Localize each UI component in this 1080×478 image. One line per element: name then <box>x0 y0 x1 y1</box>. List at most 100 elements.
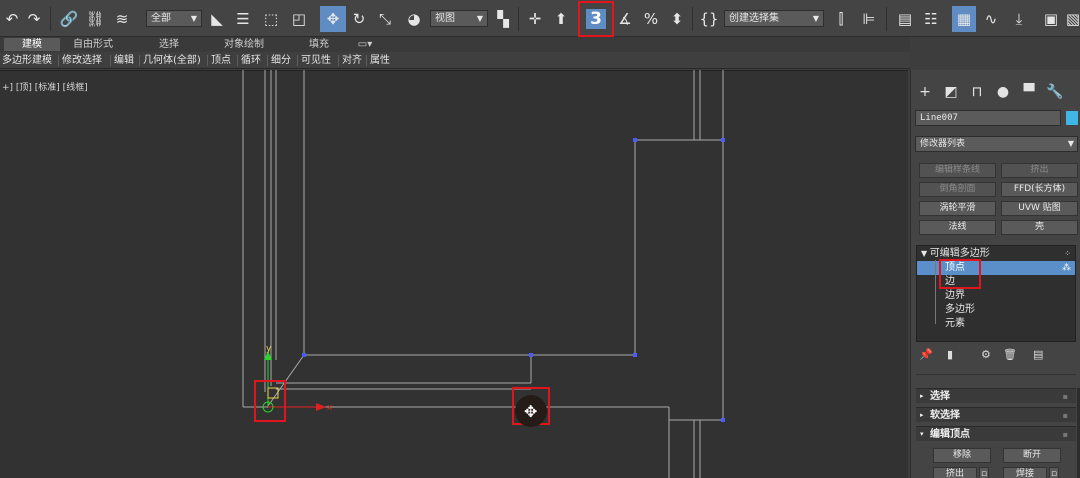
stack-item-element[interactable]: 元素 <box>917 317 1075 331</box>
tab-freeform[interactable]: 自由形式 <box>62 38 124 51</box>
spinner-snap-icon[interactable]: ⬍ <box>666 6 688 32</box>
remove-vertex-button[interactable]: 移除 <box>933 448 991 463</box>
display-tab-icon[interactable]: ▀ <box>1019 82 1039 102</box>
keyboard-shortcut-icon[interactable]: ⬆ <box>550 6 572 32</box>
tool-polygon-modeling[interactable]: 多边形建模 <box>2 54 52 67</box>
tool-geometry-all[interactable]: 几何体(全部) <box>143 54 201 67</box>
tool-edit[interactable]: 编辑 <box>114 54 134 67</box>
tab-object-paint[interactable]: 对象绘制 <box>212 38 276 51</box>
wireframe-geometry[interactable]: y x ✥ <box>0 70 908 478</box>
undo-icon[interactable]: ↶ <box>2 6 22 32</box>
select-by-name-icon[interactable]: ☰ <box>232 6 254 32</box>
vertex-point[interactable] <box>721 138 725 142</box>
tool-visibility[interactable]: 可见性 <box>301 54 331 67</box>
extrude-button[interactable]: 挤出 <box>1001 163 1078 178</box>
mirror-icon[interactable]: ⫿ <box>830 6 852 32</box>
vertex-point[interactable] <box>633 138 637 142</box>
weld-vertex-button[interactable]: 焊接 <box>1003 467 1047 478</box>
edit-spline-button[interactable]: 编辑样条线 <box>919 163 996 178</box>
tab-selection[interactable]: 选择 <box>138 38 200 51</box>
extrude-vertex-button[interactable]: 挤出 <box>933 467 977 478</box>
hierarchy-tab-icon[interactable]: ⊓ <box>967 82 987 102</box>
ribbon-options-icon[interactable]: ▭▾ <box>352 38 378 51</box>
modifier-stack: ▼ 可编辑多边形 ⁘ 顶点 ⁂ 边 边界 多边形 元素 <box>916 245 1076 342</box>
redo-icon[interactable]: ↷ <box>24 6 44 32</box>
axis-x-label: x <box>327 403 333 413</box>
selection-filter-value: 全部 <box>151 13 171 24</box>
make-unique-icon[interactable]: ⚙ <box>981 348 991 361</box>
vertex-point[interactable] <box>721 418 725 422</box>
window-crossing-icon[interactable]: ◰ <box>288 6 310 32</box>
rotate-icon[interactable]: ↻ <box>348 6 370 32</box>
vertex-point[interactable] <box>302 353 306 357</box>
ribbon-toggle-icon[interactable]: ▦ <box>952 6 976 32</box>
stack-options-icon[interactable]: ⁘ <box>1064 247 1071 261</box>
ffd-box-button[interactable]: FFD(长方体) <box>1001 182 1078 197</box>
percent-snap-icon[interactable]: % <box>640 6 662 32</box>
stack-item-label: 元素 <box>945 318 965 329</box>
modifier-list-dropdown[interactable]: 修改器列表 ▼ <box>915 136 1078 152</box>
vertex-point[interactable] <box>529 353 533 357</box>
rollout-edit-vertex[interactable]: ▾ 编辑顶点 ▪ <box>916 426 1076 441</box>
stack-item-polygon[interactable]: 多边形 <box>917 303 1075 317</box>
selection-filter-dropdown[interactable]: 全部 ▼ <box>146 10 202 27</box>
vertex-point[interactable] <box>633 353 637 357</box>
tool-vertices[interactable]: 顶点 <box>211 54 231 67</box>
layer-explorer-icon[interactable]: ▤ <box>894 6 916 32</box>
tool-loops[interactable]: 循环 <box>241 54 261 67</box>
edit-named-selection-icon[interactable]: {} <box>698 6 720 32</box>
rollout-soft-selection[interactable]: ▸ 软选择 ▪ <box>916 407 1076 422</box>
tool-modify-selection[interactable]: 修改选择 <box>62 54 102 67</box>
select-place-icon[interactable]: ◕ <box>402 6 426 32</box>
curve-editor-icon[interactable]: ∿ <box>980 6 1002 32</box>
uvw-map-button[interactable]: UVW 贴图 <box>1001 201 1078 216</box>
render-setup-icon[interactable]: ▧ <box>1066 6 1080 32</box>
command-panel: + ◩ ⊓ ● ▀ 🔧 Line007 修改器列表 ▼ 编辑样条线 挤出 倒角剖… <box>910 70 1080 478</box>
tool-subdivision[interactable]: 细分 <box>271 54 291 67</box>
shell-button[interactable]: 壳 <box>1001 220 1078 235</box>
manipulate-icon[interactable]: ✛ <box>524 6 546 32</box>
material-editor-icon[interactable]: ▣ <box>1040 6 1062 32</box>
bevel-profile-button[interactable]: 倒角剖面 <box>919 182 996 197</box>
tool-properties[interactable]: 属性 <box>370 54 390 67</box>
angle-snap-icon[interactable]: ∡ <box>614 6 636 32</box>
tab-modeling[interactable]: 建模 <box>4 38 60 51</box>
object-name-field[interactable]: Line007 <box>915 110 1061 126</box>
unlink-icon[interactable]: ⛓ <box>84 6 106 32</box>
motion-tab-icon[interactable]: ● <box>993 82 1013 102</box>
tool-divider <box>297 55 298 66</box>
snap-toggle-button[interactable]: 3 <box>578 1 614 37</box>
turbosmooth-button[interactable]: 涡轮平滑 <box>919 201 996 216</box>
scale-icon[interactable]: ⤡ <box>374 6 396 32</box>
configure-sets-icon[interactable]: ▤ <box>1033 348 1043 361</box>
tool-divider <box>366 55 367 66</box>
pivot-center-icon[interactable]: ▚ <box>492 6 514 32</box>
tab-populate[interactable]: 填充 <box>288 38 350 51</box>
select-object-icon[interactable]: ◣ <box>206 6 228 32</box>
named-selection-dropdown[interactable]: 创建选择集 ▼ <box>724 10 824 27</box>
layer-manager-icon[interactable]: ☷ <box>920 6 942 32</box>
tool-align[interactable]: 对齐 <box>342 54 362 67</box>
normal-button[interactable]: 法线 <box>919 220 996 235</box>
align-icon[interactable]: ⊫ <box>858 6 880 32</box>
link-icon[interactable]: 🔗 <box>58 6 80 32</box>
modify-tab-icon[interactable]: ◩ <box>941 82 961 102</box>
schematic-view-icon[interactable]: ⤓ <box>1008 6 1030 32</box>
bind-spacewarp-icon[interactable]: ≋ <box>110 6 134 32</box>
move-icon[interactable]: ✥ <box>320 6 346 32</box>
rect-selection-icon[interactable]: ⬚ <box>260 6 282 32</box>
extrude-settings-button[interactable]: ▫ <box>979 467 989 478</box>
remove-modifier-icon[interactable]: 🗑 <box>1003 348 1017 361</box>
reference-coord-dropdown[interactable]: 视图 ▼ <box>430 10 488 27</box>
create-tab-icon[interactable]: + <box>915 82 935 102</box>
stack-item-border[interactable]: 边界 <box>917 289 1075 303</box>
pin-stack-icon[interactable]: 📌 <box>919 348 933 361</box>
chevron-down-icon: ▼ <box>476 14 483 23</box>
show-end-result-icon[interactable]: ▮ <box>947 348 953 361</box>
rollout-selection[interactable]: ▸ 选择 ▪ <box>916 388 1076 403</box>
weld-settings-button[interactable]: ▫ <box>1049 467 1059 478</box>
object-color-swatch[interactable] <box>1066 111 1078 125</box>
break-vertex-button[interactable]: 断开 <box>1003 448 1061 463</box>
utilities-tab-icon[interactable]: 🔧 <box>1045 82 1065 102</box>
stack-item-label: 多边形 <box>945 304 975 315</box>
